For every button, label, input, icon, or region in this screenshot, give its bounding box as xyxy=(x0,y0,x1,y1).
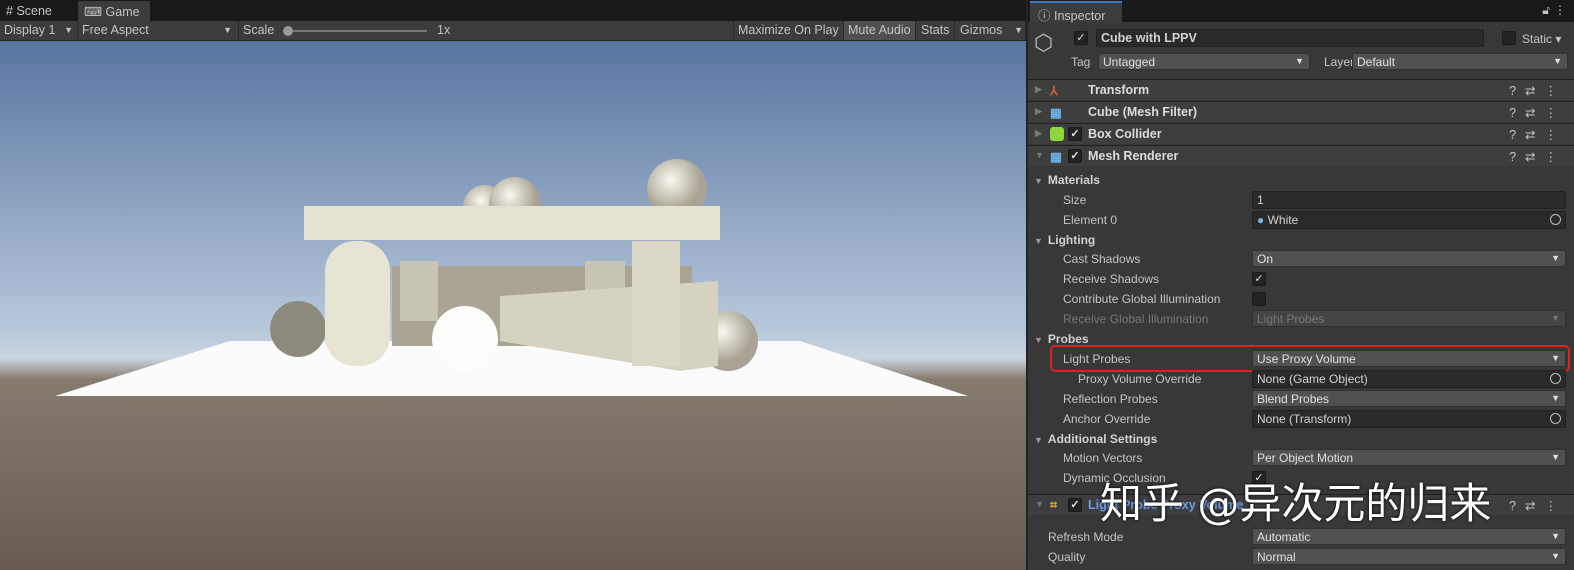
component-transform[interactable]: ▶ ⅄ Transform ?⇄⋮ xyxy=(1028,79,1574,100)
mesh-filter-icon: ▦ xyxy=(1050,106,1062,120)
component-box-collider[interactable]: ▶ ✓ Box Collider ?⇄⋮ xyxy=(1028,123,1574,144)
pillar xyxy=(632,241,680,366)
scale-slider-track[interactable] xyxy=(287,30,427,32)
sphere xyxy=(270,301,326,357)
tag-label: Tag xyxy=(1071,55,1091,69)
object-name-input[interactable]: Cube with LPPV xyxy=(1096,29,1484,47)
motion-vectors-label: Motion Vectors xyxy=(1063,451,1143,465)
lock-icon[interactable]: 🔓︎ xyxy=(1542,3,1550,18)
material-icon: ● xyxy=(1257,213,1265,227)
static-dropdown[interactable]: Static ▾ xyxy=(1522,32,1561,46)
lppv-icon: ⌗ xyxy=(1050,498,1058,512)
component-actions[interactable]: ?⇄⋮ xyxy=(1509,149,1566,164)
more-icon[interactable]: ⋮ xyxy=(1554,3,1566,17)
lppv-enabled-checkbox[interactable]: ✓ xyxy=(1068,498,1082,512)
object-picker-icon[interactable] xyxy=(1550,373,1561,384)
reflection-probes-dropdown[interactable]: Blend Probes ▼ xyxy=(1252,390,1566,407)
receive-gi-dropdown: Light Probes ▼ xyxy=(1252,310,1566,327)
component-actions[interactable]: ?⇄⋮ xyxy=(1509,127,1566,142)
tab-inspector[interactable]: ⓘ Inspector xyxy=(1030,1,1122,23)
component-actions[interactable]: ?⇄⋮ xyxy=(1509,83,1566,98)
component-actions[interactable]: ?⇄⋮ xyxy=(1509,105,1566,120)
scale-slider-thumb[interactable] xyxy=(283,26,293,36)
object-picker-icon[interactable] xyxy=(1550,413,1561,424)
quality-label: Quality xyxy=(1048,550,1086,564)
element0-label: Element 0 xyxy=(1063,213,1118,227)
materials-foldout[interactable]: ▼ Materials xyxy=(1034,173,1100,187)
anchor-override-label: Anchor Override xyxy=(1063,412,1151,426)
receive-gi-label: Receive Global Illumination xyxy=(1063,312,1209,326)
anchor-override-field[interactable]: None (Transform) xyxy=(1252,410,1566,428)
tab-game[interactable]: ⌨ Game xyxy=(78,1,150,21)
component-mesh-filter[interactable]: ▶ ▦ Cube (Mesh Filter) ?⇄⋮ xyxy=(1028,101,1574,122)
gamepad-icon: ⌨ xyxy=(84,5,103,19)
cast-shadows-dropdown[interactable]: On ▼ xyxy=(1252,250,1566,267)
active-checkbox[interactable]: ✓ xyxy=(1074,31,1088,45)
display-dropdown[interactable]: Display 1 ▼ xyxy=(0,21,78,40)
element0-field[interactable]: ● White xyxy=(1252,211,1566,229)
reflection-probes-label: Reflection Probes xyxy=(1063,392,1158,406)
box-collider-icon xyxy=(1050,127,1064,141)
size-label: Size xyxy=(1063,193,1087,207)
receive-shadows-label: Receive Shadows xyxy=(1063,272,1160,286)
layer-label: Layer xyxy=(1324,55,1355,69)
gameobject-cube-icon[interactable]: ⬡ xyxy=(1034,30,1053,56)
game-toolbar: Display 1 ▼ Free Aspect ▼ Scale 1x Maximiz… xyxy=(0,21,1026,41)
mute-audio-button[interactable]: Mute Audio xyxy=(844,21,916,40)
pillar xyxy=(400,261,438,321)
lighting-foldout[interactable]: ▼ Lighting xyxy=(1034,233,1095,247)
cast-shadows-label: Cast Shadows xyxy=(1063,252,1141,266)
tab-scene[interactable]: # Scene xyxy=(0,1,76,21)
inspector-tab-bar: ⓘ Inspector 🔓︎ ⋮ xyxy=(1028,0,1574,23)
probes-foldout[interactable]: ▼ Probes xyxy=(1034,332,1089,346)
view-tab-bar: # Scene ⌨ Game xyxy=(0,0,1026,21)
sphere xyxy=(432,306,498,372)
additional-settings-foldout[interactable]: ▼ Additional Settings xyxy=(1034,432,1157,446)
watermark: 知乎 @异次元的归来 xyxy=(1100,479,1492,528)
contribute-gi-label: Contribute Global Illumination xyxy=(1063,292,1221,306)
light-probes-label: Light Probes xyxy=(1063,352,1131,366)
component-actions[interactable]: ?⇄⋮ xyxy=(1509,498,1566,513)
scale-control: Scale 1x xyxy=(243,23,451,37)
aspect-dropdown[interactable]: Free Aspect ▼ xyxy=(78,21,239,40)
game-viewport[interactable] xyxy=(0,41,1026,570)
component-mesh-renderer[interactable]: ▼ ▦ ✓ Mesh Renderer ?⇄⋮ xyxy=(1028,145,1574,166)
maximize-on-play-button[interactable]: Maximize On Play xyxy=(733,21,844,40)
stats-button[interactable]: Stats xyxy=(917,21,955,40)
table-top xyxy=(304,206,720,240)
static-checkbox[interactable] xyxy=(1502,31,1516,45)
mesh-renderer-icon: ▦ xyxy=(1050,150,1062,164)
size-input[interactable]: 1 xyxy=(1252,191,1566,209)
mesh-renderer-enabled-checkbox[interactable]: ✓ xyxy=(1068,149,1082,163)
grid-icon: # xyxy=(6,4,13,18)
gizmos-button[interactable]: Gizmos ▼ xyxy=(956,21,1026,40)
proxy-override-label: Proxy Volume Override xyxy=(1078,372,1202,386)
pillar xyxy=(325,241,390,366)
refresh-mode-label: Refresh Mode xyxy=(1048,530,1124,544)
layer-dropdown[interactable]: Default ▼ xyxy=(1352,53,1568,70)
proxy-override-field[interactable]: None (Game Object) xyxy=(1252,370,1566,388)
box-collider-enabled-checkbox[interactable]: ✓ xyxy=(1068,127,1082,141)
motion-vectors-dropdown[interactable]: Per Object Motion ▼ xyxy=(1252,449,1566,466)
transform-icon: ⅄ xyxy=(1050,84,1058,98)
light-probes-dropdown[interactable]: Use Proxy Volume ▼ xyxy=(1252,350,1566,367)
contribute-gi-checkbox[interactable] xyxy=(1252,292,1266,306)
object-picker-icon[interactable] xyxy=(1550,214,1561,225)
quality-dropdown[interactable]: Normal ▼ xyxy=(1252,548,1566,565)
info-icon: ⓘ xyxy=(1038,9,1051,23)
receive-shadows-checkbox[interactable]: ✓ xyxy=(1252,272,1266,286)
tag-dropdown[interactable]: Untagged ▼ xyxy=(1098,53,1310,70)
